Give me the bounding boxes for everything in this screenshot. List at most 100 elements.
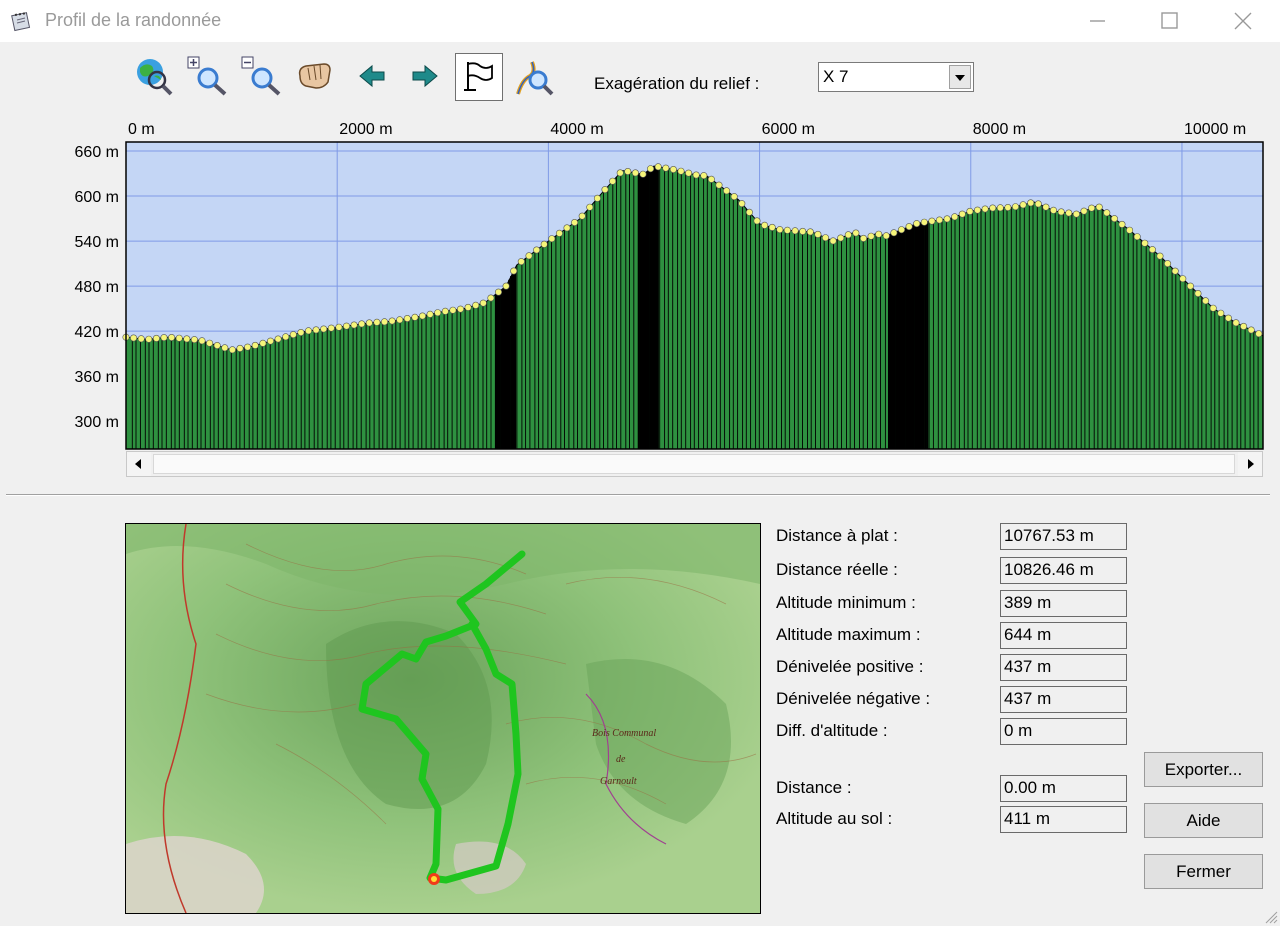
next-button[interactable] <box>403 54 447 98</box>
profile-marker <box>274 335 282 343</box>
profile-marker <box>533 246 541 254</box>
x-tick-label: 6000 m <box>762 121 815 138</box>
profile-marker <box>1148 246 1156 254</box>
profile-marker <box>601 186 609 194</box>
zoom-in-icon <box>187 56 227 96</box>
profile-marker <box>1194 290 1202 298</box>
maximize-button[interactable] <box>1146 4 1192 38</box>
profile-marker <box>145 335 153 343</box>
profile-marker <box>342 322 350 330</box>
profile-marker <box>403 315 411 323</box>
dropdown-button[interactable] <box>949 65 971 89</box>
profile-marker <box>449 306 457 314</box>
scroll-right-button[interactable] <box>1238 452 1262 476</box>
map-label-bois-communal: Bois Communal <box>592 728 656 739</box>
profile-marker <box>502 282 510 290</box>
profile-marker <box>996 204 1004 212</box>
profile-marker <box>350 321 358 329</box>
profile-marker <box>320 325 328 333</box>
pan-button[interactable] <box>294 54 338 98</box>
exaggeration-label: Exagération du relief : <box>594 74 760 93</box>
scroll-thumb[interactable] <box>153 454 1235 474</box>
profile-marker <box>730 193 738 201</box>
profile-marker <box>875 230 883 238</box>
stat-value: 10826.46 m <box>1000 557 1127 584</box>
profile-marker <box>426 310 434 318</box>
window-title: Profil de la randonnée <box>45 10 222 30</box>
profile-marker <box>282 333 290 341</box>
profile-marker <box>890 229 898 237</box>
profile-marker <box>1232 319 1240 327</box>
zoom-in-button[interactable] <box>186 54 230 98</box>
profile-marker <box>768 223 776 231</box>
elevation-profile-chart[interactable]: 0 m 2000 m 4000 m 6000 m 8000 m 10000 m 660 m… <box>0 110 1280 452</box>
flag-button[interactable] <box>455 53 503 101</box>
y-tick-label: 480 m <box>75 279 119 296</box>
globe-search-icon <box>137 59 173 96</box>
profile-marker <box>821 234 829 242</box>
profile-marker <box>723 187 731 195</box>
profile-marker <box>943 215 951 223</box>
profile-marker <box>183 335 191 343</box>
chart-scrollbar[interactable] <box>126 451 1263 477</box>
export-button[interactable]: Exporter... <box>1144 752 1263 787</box>
profile-marker <box>867 232 875 240</box>
path-search-button[interactable] <box>512 54 556 98</box>
minimize-button[interactable] <box>1074 4 1120 38</box>
profile-marker <box>783 226 791 234</box>
profile-marker <box>905 223 913 231</box>
profile-marker <box>799 227 807 235</box>
zoom-out-icon <box>241 56 281 96</box>
profile-marker <box>175 334 183 342</box>
profile-marker <box>1072 210 1080 218</box>
flag-icon <box>464 62 493 91</box>
profile-marker <box>692 171 700 179</box>
profile-marker <box>1217 309 1225 317</box>
profile-marker <box>563 224 571 232</box>
profile-marker <box>441 307 449 315</box>
profile-marker <box>951 213 959 221</box>
arrow-right-icon <box>412 64 438 88</box>
close-button[interactable]: Fermer <box>1144 854 1263 889</box>
profile-marker <box>981 205 989 213</box>
profile-marker <box>882 232 890 240</box>
profile-marker <box>373 318 381 326</box>
profile-marker <box>1186 282 1194 290</box>
profile-marker <box>761 221 769 229</box>
profile-marker <box>228 346 236 354</box>
previous-button[interactable] <box>350 54 394 98</box>
profile-marker <box>190 336 198 344</box>
zoom-out-button[interactable] <box>240 54 284 98</box>
profile-marker <box>555 229 563 237</box>
exaggeration-select[interactable]: X 7 <box>818 62 974 92</box>
help-button[interactable]: Aide <box>1144 803 1263 838</box>
profile-marker <box>753 217 761 225</box>
profile-marker <box>525 252 533 260</box>
profile-marker <box>206 339 214 347</box>
scroll-left-button[interactable] <box>127 452 151 476</box>
profile-marker <box>1126 226 1134 234</box>
profile-marker <box>1110 215 1118 223</box>
stat-label: Diff. d'altitude : <box>776 721 888 740</box>
profile-marker <box>707 175 715 183</box>
minimize-icon <box>1090 20 1105 22</box>
stat-label: Distance réelle : <box>776 560 898 579</box>
profile-marker <box>1164 260 1172 268</box>
profile-marker <box>920 218 928 226</box>
resize-grip-icon[interactable] <box>1262 908 1278 924</box>
close-window-button[interactable] <box>1220 4 1266 38</box>
profile-marker <box>335 323 343 331</box>
x-tick-label: 10000 m <box>1184 121 1246 138</box>
hand-pan-icon <box>298 63 331 89</box>
profile-marker <box>586 203 594 211</box>
globe-search-button[interactable] <box>132 54 176 98</box>
x-tick-label: 2000 m <box>339 121 392 138</box>
x-tick-label: 8000 m <box>973 121 1026 138</box>
profile-marker <box>715 181 723 189</box>
route-map[interactable]: Bois Communal de Garnoult <box>125 523 761 914</box>
profile-marker <box>510 267 518 275</box>
profile-marker <box>312 326 320 334</box>
profile-marker <box>396 316 404 324</box>
profile-marker <box>472 301 480 309</box>
profile-marker <box>266 337 274 345</box>
